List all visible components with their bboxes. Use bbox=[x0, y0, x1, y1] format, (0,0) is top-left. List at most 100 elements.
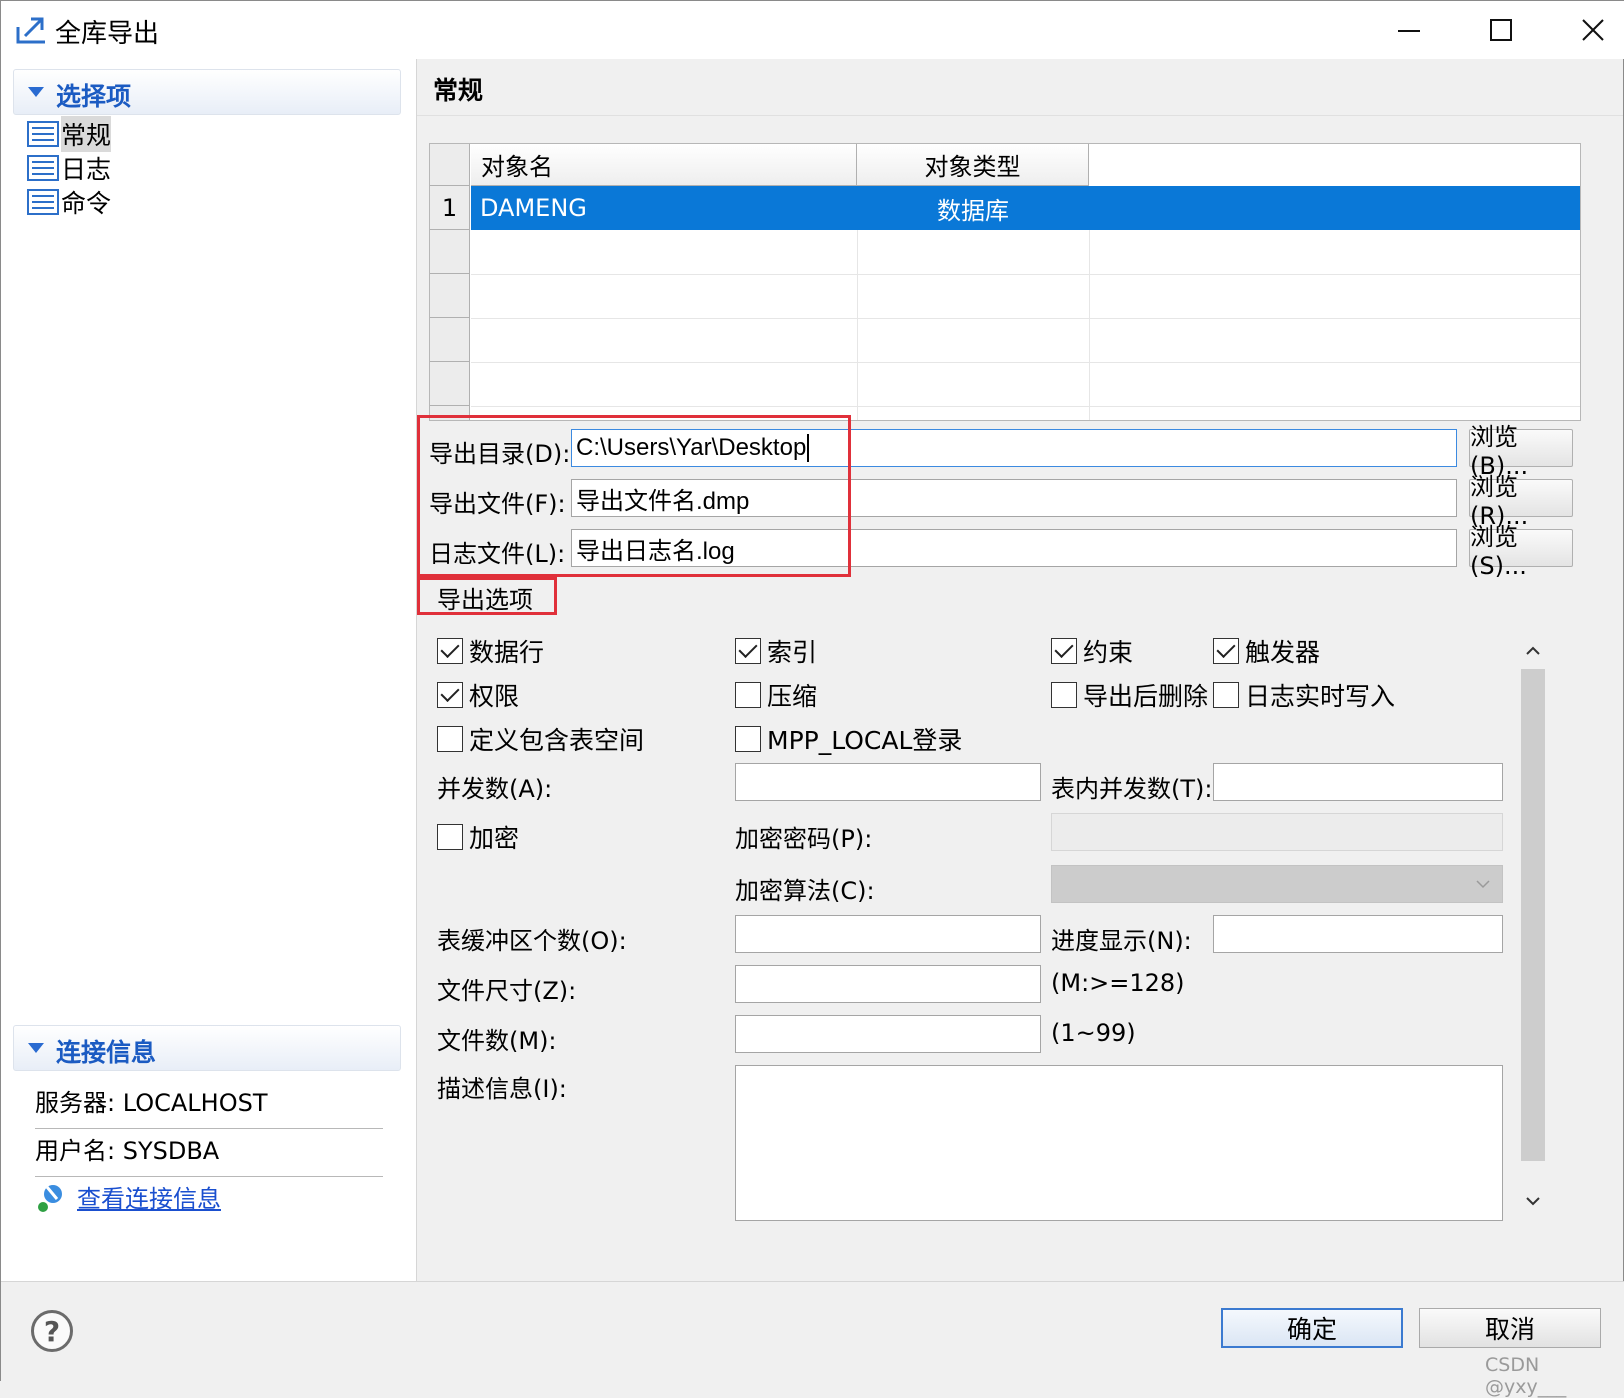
scroll-down-icon[interactable] bbox=[1521, 1189, 1545, 1213]
checkbox-index[interactable]: 索引 bbox=[735, 633, 817, 669]
checkbox-compress[interactable]: 压缩 bbox=[735, 677, 817, 713]
progress-label: 进度显示(N): bbox=[1051, 927, 1192, 955]
chevron-down-icon bbox=[1476, 880, 1490, 889]
checkbox-label: 加密 bbox=[469, 824, 520, 853]
left-panel: 选择项 常规 日志 命令 连接信息 服务器: LOCALHOST 用户名: SY… bbox=[1, 59, 417, 1281]
column-header-object-name[interactable]: 对象名 bbox=[471, 144, 857, 186]
checkbox-label: 压缩 bbox=[767, 682, 818, 711]
checkbox-box bbox=[437, 824, 463, 850]
checkbox-encrypt[interactable]: 加密 bbox=[437, 819, 519, 855]
minimize-icon bbox=[1398, 30, 1420, 32]
list-icon bbox=[27, 155, 59, 181]
checkbox-label: 权限 bbox=[469, 682, 520, 711]
file-size-input[interactable] bbox=[735, 965, 1041, 1003]
checkbox-label: MPP_LOCAL登录 bbox=[767, 726, 963, 755]
grid-line bbox=[471, 406, 1580, 407]
cell-object-name[interactable]: DAMENG bbox=[480, 186, 587, 230]
ok-button[interactable]: 确定 bbox=[1221, 1308, 1403, 1348]
title-bar: 全库导出 bbox=[1, 1, 1624, 59]
section-connection-header[interactable]: 连接信息 bbox=[13, 1025, 401, 1071]
browse-log-button[interactable]: 浏览(S)... bbox=[1469, 523, 1573, 580]
cancel-button[interactable]: 取消 bbox=[1419, 1308, 1601, 1348]
table-parallel-input[interactable] bbox=[1213, 763, 1503, 801]
minimize-button[interactable] bbox=[1363, 1, 1455, 59]
encrypt-algorithm-select[interactable] bbox=[1051, 865, 1503, 903]
options-scrollbar[interactable] bbox=[1513, 633, 1551, 1221]
grid-line bbox=[471, 274, 1580, 275]
watermark: CSDN @yxy___ bbox=[1485, 1354, 1567, 1398]
checkbox-mpp-local[interactable]: MPP_LOCAL登录 bbox=[735, 721, 962, 757]
maximize-button[interactable] bbox=[1455, 1, 1547, 59]
checkbox-drop-after[interactable]: 导出后删除 bbox=[1051, 677, 1208, 713]
dialog-footer: ? 确定 取消 CSDN @yxy___ bbox=[1, 1281, 1624, 1398]
checkbox-box bbox=[735, 682, 761, 708]
checkbox-label: 导出后删除 bbox=[1083, 682, 1209, 711]
section-connection-title: 连接信息 bbox=[56, 1038, 157, 1067]
checkbox-constraint[interactable]: 约束 bbox=[1051, 633, 1133, 669]
maximize-icon bbox=[1490, 19, 1512, 41]
scroll-thumb[interactable] bbox=[1521, 669, 1545, 1161]
encrypt-password-input[interactable] bbox=[1051, 813, 1503, 851]
section-options-title: 选择项 bbox=[56, 82, 132, 111]
checkbox-trigger[interactable]: 触发器 bbox=[1213, 633, 1320, 669]
checkbox-log-realtime[interactable]: 日志实时写入 bbox=[1213, 677, 1395, 713]
close-button[interactable] bbox=[1547, 1, 1624, 59]
file-count-input[interactable] bbox=[735, 1015, 1041, 1053]
checkbox-box bbox=[1051, 638, 1077, 664]
browse-file-button[interactable]: 浏览(R)... bbox=[1469, 473, 1573, 530]
parallel-input[interactable] bbox=[735, 763, 1041, 801]
checkbox-grant[interactable]: 权限 bbox=[437, 677, 519, 713]
help-icon[interactable]: ? bbox=[31, 1310, 73, 1352]
checkbox-box bbox=[437, 726, 463, 752]
export-options-panel: 数据行 索引 约束 触发器 权限 压缩 导出后删除 日志实时写入 定义包含表空间… bbox=[429, 633, 1569, 1221]
checkbox-box bbox=[735, 638, 761, 664]
server-info: 服务器: LOCALHOST bbox=[35, 1083, 383, 1129]
table-buffer-input[interactable] bbox=[735, 915, 1041, 953]
browse-dir-button[interactable]: 浏览(B)... bbox=[1469, 423, 1573, 480]
file-size-hint: (M:>=128) bbox=[1051, 969, 1185, 997]
description-textarea[interactable] bbox=[735, 1065, 1503, 1221]
file-size-label: 文件尺寸(Z): bbox=[437, 977, 577, 1005]
table-buffer-label: 表缓冲区个数(O): bbox=[437, 927, 627, 955]
checkbox-box bbox=[735, 726, 761, 752]
collapse-triangle-icon bbox=[28, 1043, 44, 1053]
connection-icon bbox=[38, 1184, 62, 1212]
checkbox-label: 触发器 bbox=[1245, 638, 1321, 667]
row-header[interactable] bbox=[430, 274, 470, 318]
description-label: 描述信息(I): bbox=[437, 1075, 567, 1103]
row-header[interactable]: 1 bbox=[430, 186, 470, 230]
checkbox-box bbox=[1051, 682, 1077, 708]
sidebar-item-label: 命令 bbox=[61, 189, 112, 218]
progress-input[interactable] bbox=[1213, 915, 1503, 953]
view-connection-link[interactable]: 查看连接信息 bbox=[35, 1179, 221, 1214]
sidebar-item-general[interactable]: 常规 bbox=[27, 116, 112, 152]
list-icon bbox=[27, 189, 59, 215]
file-count-hint: (1~99) bbox=[1051, 1019, 1136, 1047]
sidebar-item-log[interactable]: 日志 bbox=[27, 151, 111, 185]
page-title: 常规 bbox=[433, 76, 484, 105]
row-header[interactable] bbox=[430, 230, 470, 274]
scroll-up-icon[interactable] bbox=[1521, 639, 1545, 663]
close-icon bbox=[1582, 19, 1604, 41]
checkbox-label: 数据行 bbox=[469, 638, 545, 667]
checkbox-box bbox=[437, 682, 463, 708]
section-options-header[interactable]: 选择项 bbox=[13, 69, 401, 115]
sidebar-item-label: 日志 bbox=[61, 155, 112, 184]
encrypt-password-label: 加密密码(P): bbox=[735, 825, 873, 853]
checkbox-box bbox=[437, 638, 463, 664]
object-grid: 对象名 对象类型 1 DAMENG 数据库 bbox=[429, 143, 1581, 421]
sidebar-item-command[interactable]: 命令 bbox=[27, 185, 111, 219]
grid-line bbox=[471, 318, 1580, 319]
cell-object-type[interactable]: 数据库 bbox=[857, 186, 1089, 230]
row-header[interactable] bbox=[430, 362, 470, 406]
view-connection-link-label: 查看连接信息 bbox=[77, 1185, 221, 1213]
highlight-box-options-tab bbox=[417, 577, 557, 615]
grid-line bbox=[857, 230, 858, 420]
collapse-triangle-icon bbox=[28, 87, 44, 97]
column-header-object-type[interactable]: 对象类型 bbox=[857, 144, 1089, 186]
checkbox-box bbox=[1213, 638, 1239, 664]
row-header[interactable] bbox=[430, 318, 470, 362]
checkbox-tablespace[interactable]: 定义包含表空间 bbox=[437, 721, 644, 757]
checkbox-rows[interactable]: 数据行 bbox=[437, 633, 544, 669]
checkbox-label: 定义包含表空间 bbox=[469, 726, 645, 755]
